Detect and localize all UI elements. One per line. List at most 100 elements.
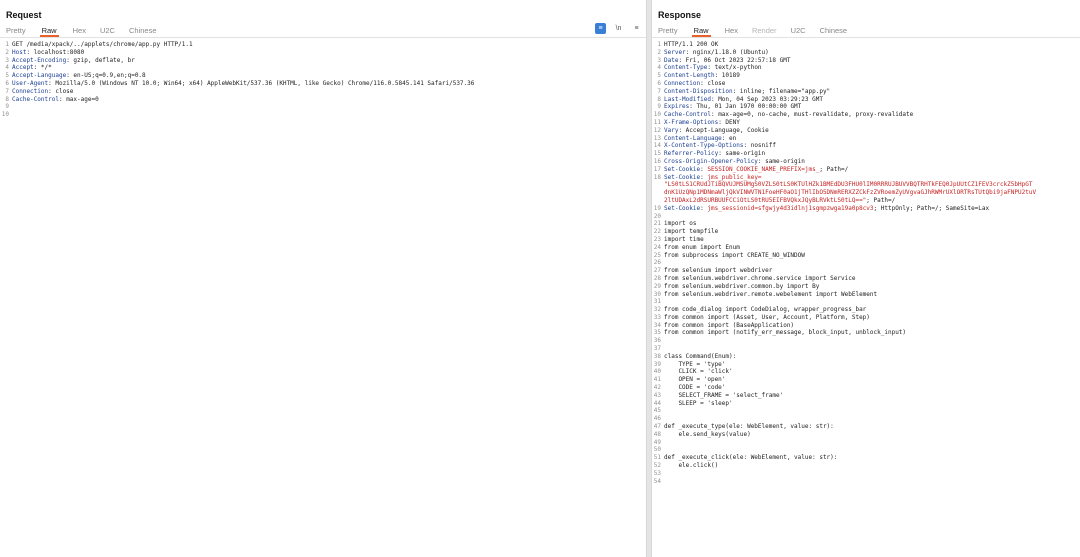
line-number: 1 — [5, 41, 9, 48]
line-number: 12 — [653, 126, 661, 134]
line-content: "LS0tLS1CRUdJTiBQVUJMSUMgS0VZLS0tLS0KTUl… — [664, 181, 1032, 189]
line-content: from common import (notify_err_message, … — [664, 329, 906, 337]
header-value: OPEN = 'open' — [664, 376, 726, 384]
request-tab-pretty[interactable]: Pretty — [6, 22, 26, 37]
line-number: 5 — [5, 72, 9, 80]
response-tab-raw[interactable]: Raw — [691, 22, 711, 37]
cookie-attributes: ; Path=/ — [819, 165, 849, 173]
header-value: CODE = 'code' — [664, 384, 726, 392]
line-number: 16 — [653, 157, 661, 165]
response-editor[interactable]: 1 HTTP/1.1 200 OK 2 Server: nginx/1.18.0 (U… — [652, 38, 1080, 485]
menu-icon[interactable]: ≡ — [631, 23, 642, 34]
header-value: import time — [664, 235, 704, 243]
code-line: 36 — [652, 337, 1080, 345]
line-number: 6 — [657, 79, 661, 87]
header-value: from selenium.webdriver.remote.webelemen… — [664, 290, 878, 298]
burp-message-viewer: Request Pretty Raw Hex U2C Chinese ≡ \n … — [0, 0, 1080, 557]
request-tab-chinese[interactable]: Chinese — [129, 22, 157, 37]
line-number: 54 — [653, 477, 661, 485]
code-line: 42 CODE = 'code' — [652, 384, 1080, 392]
code-line: 19 Set-Cookie: jms_sessionid=sfgwjy4d3idl… — [652, 205, 1080, 213]
header-name: Date — [664, 56, 679, 64]
code-line: 22 import tempfile — [652, 228, 1080, 236]
code-line: 14 X-Content-Type-Options: nosniff — [652, 142, 1080, 150]
line-number: 44 — [653, 399, 661, 407]
code-line: 20 — [652, 213, 1080, 221]
header-name: User-Agent — [12, 79, 49, 87]
line-number: 26 — [653, 259, 661, 267]
code-line: 7 Connection: close — [0, 88, 646, 96]
response-tab-render[interactable]: Render — [752, 22, 777, 37]
header-name: Content-Type — [664, 64, 708, 72]
line-number: 17 — [653, 165, 661, 173]
cookie-value: jms_public_key= — [707, 173, 762, 181]
code-line: 44 SLEEP = 'sleep' — [652, 400, 1080, 408]
request-tab-hex[interactable]: Hex — [73, 22, 86, 37]
line-number — [652, 197, 664, 205]
request-tab-u2c[interactable]: U2C — [100, 22, 115, 37]
code-line: 10 Cache-Control: max-age=0, no-cache, mu… — [652, 111, 1080, 119]
code-line: 33 from common import (Asset, User, Accou… — [652, 314, 1080, 322]
code-line: 4 Accept: */* — [0, 64, 646, 72]
line-content: GET /media/xpack/../applets/chrome/app.p… — [12, 41, 193, 49]
header-value: GET /media/xpack/../applets/chrome/app.p… — [12, 41, 193, 48]
header-value: from common import (BaseApplication) — [664, 321, 795, 329]
line-content: ele.click() — [664, 462, 718, 470]
line-number: 19 — [653, 204, 661, 212]
header-name: Accept-Encoding — [12, 56, 67, 64]
header-value: import os — [664, 220, 697, 228]
header-value: class Command(Enum): — [664, 352, 737, 360]
code-line: 39 TYPE = 'type' — [652, 361, 1080, 369]
code-line: 2 Host: localhost:8080 — [0, 49, 646, 57]
code-line: 11 X-Frame-Options: DENY — [652, 119, 1080, 127]
code-line: 24 from enum import Enum — [652, 244, 1080, 252]
header-name: X-Frame-Options — [664, 118, 719, 126]
code-line: 8 Last-Modified: Mon, 04 Sep 2023 03:29:2… — [652, 96, 1080, 104]
line-number: 51 — [653, 454, 661, 462]
request-tab-raw[interactable]: Raw — [39, 22, 59, 37]
response-tab-hex[interactable]: Hex — [725, 22, 738, 37]
code-line: 12 Vary: Accept-Language, Cookie — [652, 127, 1080, 135]
text-wrap-icon[interactable]: ≡ — [595, 23, 606, 34]
line-content: CODE = 'code' — [664, 384, 725, 392]
header-value: : text/x-python — [707, 64, 762, 72]
response-tab-chinese[interactable]: Chinese — [820, 22, 848, 37]
header-value: def _execute_type(ele: WebElement, value… — [664, 423, 834, 431]
header-value: : Accept-Language, Cookie — [678, 126, 769, 134]
cookie-value: dnK1UzQNp1MDNmaWljQkVINWVTN1FoeHF0aO1jTH… — [664, 189, 1037, 197]
line-content: Accept-Language: en-US;q=0.9,en;q=0.8 — [12, 72, 146, 80]
line-content: Cross-Origin-Opener-Policy: same-origin — [664, 158, 805, 166]
line-content: Content-Language: en — [664, 135, 736, 143]
line-content: def _execute_click(ele: WebElement, valu… — [664, 454, 837, 462]
request-editor[interactable]: 1 GET /media/xpack/../applets/chrome/app.… — [0, 38, 646, 119]
line-content: import os — [664, 220, 697, 228]
line-number: 23 — [653, 235, 661, 243]
line-number: 2 — [657, 48, 661, 56]
line-number: 49 — [653, 438, 661, 446]
newline-icon[interactable]: \n — [613, 23, 624, 34]
line-content: OPEN = 'open' — [664, 376, 725, 384]
code-line: 16 Cross-Origin-Opener-Policy: same-origi… — [652, 158, 1080, 166]
line-number: 11 — [653, 118, 661, 126]
code-line: 7 Content-Disposition: inline; filename="… — [652, 88, 1080, 96]
response-tab-u2c[interactable]: U2C — [791, 22, 806, 37]
request-tools: ≡ \n ≡ — [588, 23, 642, 34]
response-tab-pretty[interactable]: Pretty — [658, 22, 678, 37]
line-content: dnK1UzQNp1MDNmaWljQkVINWVTN1FoeHF0aO1jTH… — [664, 189, 1036, 197]
code-line: 31 — [652, 298, 1080, 306]
line-number: 3 — [657, 56, 661, 64]
line-number: 47 — [653, 423, 661, 431]
header-value: : en-US;q=0.9,en;q=0.8 — [66, 72, 146, 80]
line-number: 9 — [657, 103, 661, 111]
line-number: 25 — [653, 251, 661, 259]
cookie-value: jms_sessionid=sfgwjy4d3idlnj1sgmpzwga19a… — [707, 204, 874, 212]
line-number: 50 — [653, 446, 661, 454]
line-content: Content-Type: text/x-python — [664, 64, 762, 72]
line-number: 40 — [653, 368, 661, 376]
line-content: 2ltUDAxL2dRSURBUUFCCiOtLS0tRU5EIFBVQkxJQ… — [664, 197, 895, 205]
line-number: 53 — [653, 469, 661, 477]
header-name: Vary — [664, 126, 679, 134]
code-line: 43 SELECT_FRAME = 'select_frame' — [652, 392, 1080, 400]
header-value: from subprocess import CREATE_NO_WINDOW — [664, 251, 805, 259]
line-number: 46 — [653, 415, 661, 423]
